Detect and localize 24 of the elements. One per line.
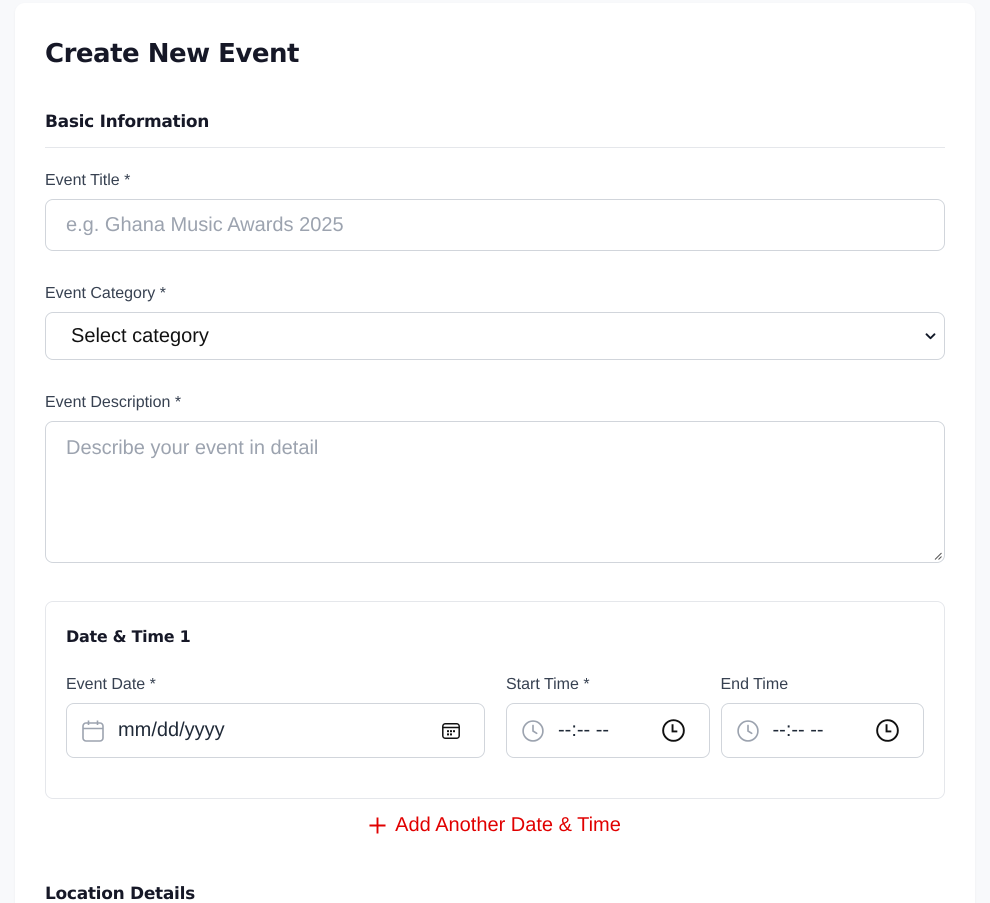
field-label: Event Category * (45, 284, 166, 304)
clock-icon (522, 720, 544, 742)
chevron-down-icon (925, 332, 936, 340)
category-select[interactable]: Select category (45, 312, 945, 360)
section-heading: Basic Information (45, 111, 210, 133)
resize-handle-icon[interactable] (934, 552, 942, 560)
field-label: Start Time * (506, 675, 590, 695)
field-label: End Time (720, 675, 788, 695)
time-input-field[interactable]: --:-- -- (720, 703, 924, 758)
date-time-heading: Date & Time 1 (66, 626, 190, 648)
clock-picker-icon[interactable] (662, 719, 684, 742)
field-label: Event Date * (66, 675, 156, 695)
section-heading: Location Details (45, 883, 195, 903)
field-label: Event Description * (45, 393, 182, 413)
clock-picker-icon[interactable] (876, 719, 899, 742)
clock-icon (736, 720, 758, 742)
time-input-field[interactable]: --:-- -- (506, 703, 710, 758)
field-label: Event Title * (45, 171, 130, 191)
calendar-picker-icon[interactable] (442, 722, 460, 738)
add-date-time-button[interactable]: Add Another Date & Time (369, 813, 621, 837)
calendar-icon (82, 720, 104, 742)
plus-icon (369, 816, 386, 834)
date-input-field[interactable]: mm/dd/yyyy (66, 703, 485, 758)
page-title: Create New Event (45, 38, 299, 71)
